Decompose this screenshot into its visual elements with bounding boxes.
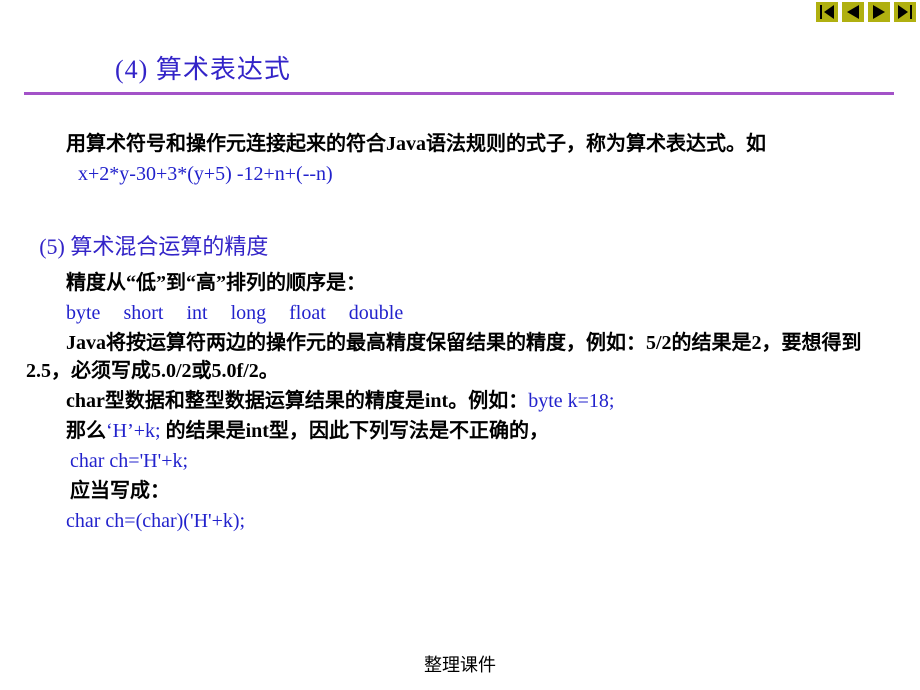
type-double: double	[349, 302, 403, 324]
para4-c: 的结果是int型，因此下列写法是不正确的，	[161, 420, 549, 442]
section-heading-4: (4) 算术表达式	[115, 52, 291, 88]
code-bytek: byte k=18;	[528, 390, 614, 412]
para3-text: char型数据和整型数据运算结果的精度是int。例如：	[66, 390, 528, 412]
code-wrong: char ch='H'+k;	[70, 450, 188, 472]
slide-content: 用算术符号和操作元连接起来的符合Java语法规则的式子，称为算术表达式。如 x+…	[26, 130, 896, 537]
type-short: short	[123, 302, 163, 324]
nav-last-button[interactable]	[894, 2, 916, 22]
paragraph-1: 用算术符号和操作元连接起来的符合Java语法规则的式子，称为算术表达式。如	[26, 130, 896, 158]
paragraph-3: char型数据和整型数据运算结果的精度是int。例如：byte k=18;	[26, 387, 896, 415]
code-correct: char ch=(char)('H'+k);	[66, 510, 245, 532]
nav-first-button[interactable]	[816, 2, 838, 22]
should-write: 应当写成：	[26, 477, 896, 505]
paragraph-2: Java将按运算符两边的操作元的最高精度保留结果的精度，例如：5/2的结果是2，…	[26, 329, 896, 385]
heading-underline	[24, 92, 894, 95]
section-heading-5: (5) 算术混合运算的精度	[26, 232, 896, 263]
type-int: int	[186, 302, 207, 324]
code-hplusk: ‘H’+k;	[106, 420, 161, 442]
first-icon	[816, 2, 838, 22]
footer-text: 整理课件	[0, 653, 920, 678]
prev-icon	[842, 2, 864, 22]
nav-next-button[interactable]	[868, 2, 890, 22]
last-icon	[894, 2, 916, 22]
next-icon	[868, 2, 890, 22]
type-long: long	[231, 302, 267, 324]
para4-a: 那么	[66, 420, 106, 442]
precision-types: byte short int long float double	[26, 299, 896, 327]
type-byte: byte	[66, 302, 100, 324]
nav-controls	[816, 2, 916, 22]
nav-prev-button[interactable]	[842, 2, 864, 22]
paragraph-4: 那么‘H’+k; 的结果是int型，因此下列写法是不正确的，	[26, 417, 896, 445]
expression-1: x+2*y-30+3*(y+5) -12+n+(--n)	[78, 163, 333, 185]
type-float: float	[289, 302, 326, 324]
precision-intro: 精度从“低”到“高”排列的顺序是：	[26, 269, 896, 297]
